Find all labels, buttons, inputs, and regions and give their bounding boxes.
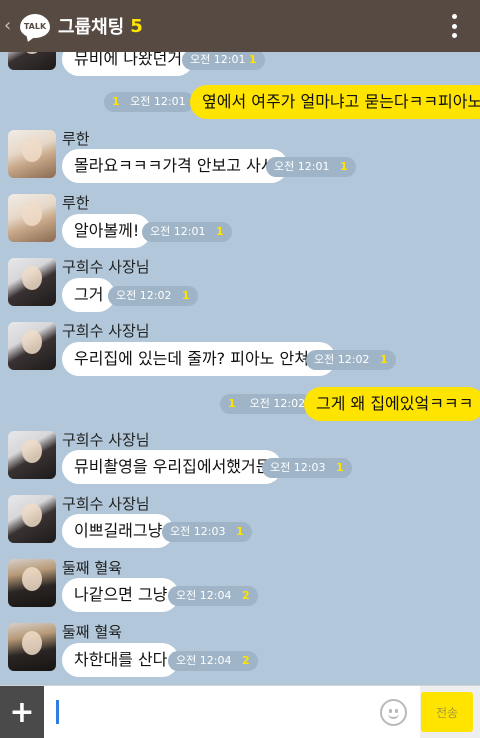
avatar[interactable]	[8, 130, 56, 178]
chevron-left-icon[interactable]: ‹	[4, 17, 18, 35]
message-time: 오전 12:01	[130, 95, 186, 108]
avatar[interactable]	[8, 194, 56, 242]
message-time: 오전 12:01	[274, 160, 330, 173]
avatar[interactable]	[8, 623, 56, 671]
chat-title: 그룹채팅	[58, 17, 125, 38]
avatar[interactable]	[8, 322, 56, 370]
unread-count: 1	[335, 461, 344, 474]
message-time: 오전 12:01	[190, 53, 246, 66]
message-input[interactable]	[44, 686, 420, 738]
message-meta: 1 오전 12:01	[104, 92, 194, 112]
message-bubble[interactable]: 몰라요ㅋㅋㅋ가격 안보고 사서	[62, 149, 288, 183]
kakaotalk-logo[interactable]: TALK	[20, 14, 50, 38]
sender-name: 구희수 사장님	[62, 258, 150, 276]
message-meta: 오전 12:02 1	[306, 350, 396, 370]
unread-count: 1	[339, 160, 348, 173]
sender-name: 루한	[62, 194, 90, 212]
message-meta: 오전 12:01 1	[182, 50, 265, 70]
message-bubble[interactable]: 이쁘길래그냥	[62, 514, 175, 548]
emoji-icon[interactable]	[380, 699, 407, 726]
unread-count: 1	[379, 353, 388, 366]
message-bubble[interactable]: 차한대를 산다	[62, 643, 180, 677]
logo-text: TALK	[23, 21, 47, 31]
unread-count: 1	[112, 95, 120, 108]
message-time: 오전 12:02	[249, 397, 306, 410]
message-bubble[interactable]: 뮤비촬영을 우리집에서했거든	[62, 450, 283, 484]
sender-name: 루한	[62, 130, 90, 148]
member-count: 5	[130, 15, 143, 37]
unread-count: 1	[181, 289, 190, 302]
message-bubble[interactable]: 옆에서 여주가 얼마냐고 묻는다ㅋㅋ피아노	[190, 85, 480, 119]
avatar[interactable]	[8, 495, 56, 543]
sender-name: 둘째 혈육	[62, 623, 122, 641]
sender-name: 둘째 혈육	[62, 559, 122, 577]
message-input-bar: + 전송	[0, 685, 480, 738]
chat-header: ‹ TALK 그룹채팅 5	[0, 0, 480, 52]
message-time: 오전 12:01	[150, 225, 206, 238]
message-time: 오전 12:04	[176, 589, 232, 602]
unread-count: 2	[241, 589, 250, 602]
unread-count: 1	[215, 225, 224, 238]
message-meta: 오전 12:01 1	[142, 222, 232, 242]
plus-icon: +	[9, 694, 35, 730]
message-meta: 오전 12:03 1	[262, 458, 352, 478]
message-meta: 오전 12:03 1	[162, 522, 252, 542]
sender-name: 구희수 사장님	[62, 431, 150, 449]
unread-count: 2	[241, 654, 250, 667]
send-button[interactable]: 전송	[421, 692, 473, 732]
message-meta: 오전 12:04 2	[168, 651, 258, 671]
message-meta: 오전 12:01 1	[266, 157, 356, 177]
message-bubble[interactable]: 그게 왜 집에있엌ㅋㅋㅋ	[304, 387, 480, 421]
more-vertical-icon[interactable]	[452, 14, 458, 38]
avatar[interactable]	[8, 258, 56, 306]
message-bubble[interactable]: 나같으면 그냥	[62, 578, 180, 612]
message-time: 오전 12:02	[314, 353, 370, 366]
unread-count: 1	[248, 53, 257, 66]
message-meta: 오전 12:02 1	[108, 286, 198, 306]
message-time: 오전 12:03	[170, 525, 226, 538]
avatar[interactable]	[8, 559, 56, 607]
chat-log: 뮤비에 나왔던거 오전 12:01 1 1 오전 12:01 옆에서 여주가 얼…	[0, 0, 480, 685]
message-time: 오전 12:02	[116, 289, 172, 302]
avatar[interactable]	[8, 431, 56, 479]
message-bubble[interactable]: 우리집에 있는데 줄까? 피아노 안쳐서	[62, 342, 336, 376]
message-meta: 1 오전 12:02	[220, 394, 314, 414]
message-meta: 오전 12:04 2	[168, 586, 258, 606]
message-time: 오전 12:04	[176, 654, 232, 667]
message-bubble[interactable]: 알아볼께!	[62, 214, 152, 248]
text-cursor	[56, 700, 59, 724]
message-time: 오전 12:03	[270, 461, 326, 474]
unread-count: 1	[235, 525, 244, 538]
unread-count: 1	[228, 397, 236, 410]
sender-name: 구희수 사장님	[62, 495, 150, 513]
sender-name: 구희수 사장님	[62, 322, 150, 340]
add-attachment-button[interactable]: +	[0, 686, 44, 738]
